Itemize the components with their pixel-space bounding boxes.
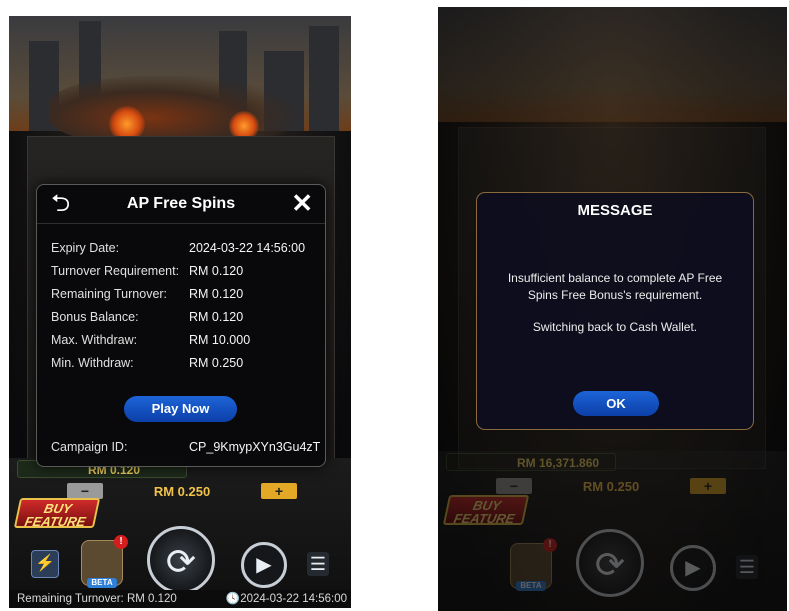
- message-body: Insufficient balance to complete AP Free…: [507, 271, 723, 302]
- detail-row-remaining-turnover: Remaining Turnover: RM 0.120: [51, 285, 315, 303]
- bet-increase-button[interactable]: +: [690, 478, 726, 494]
- modal-title: AP Free Spins: [126, 195, 236, 212]
- game-screen-left: RM 0.120 − RM 0.250 + BUY FEATURE ⚡ ! BE…: [9, 16, 351, 608]
- modal-header: ⮌ AP Free Spins ✕: [37, 185, 325, 224]
- detail-row-bonus-balance: Bonus Balance: RM 0.120: [51, 308, 315, 326]
- detail-label: Min. Withdraw:: [51, 356, 134, 370]
- detail-value: RM 0.120: [189, 310, 244, 324]
- autoplay-icon: ▶: [685, 557, 701, 579]
- play-now-button[interactable]: Play Now: [124, 396, 237, 422]
- control-row: ⚡ ! BETA ⟳ ▶ ☰: [9, 526, 351, 594]
- buy-feature-line2: FEATURE: [452, 511, 517, 526]
- detail-value: RM 10.000: [189, 333, 251, 347]
- campaign-id: CP_9KmypXYn3Gu4zT: [189, 440, 321, 454]
- ap-free-spins-modal: ⮌ AP Free Spins ✕ Expiry Date: 2024-03-2…: [36, 184, 326, 467]
- datetime-text: 2024-03-22 14:56:00: [240, 593, 347, 605]
- close-icon[interactable]: ✕: [291, 189, 313, 217]
- autoplay-button[interactable]: ▶: [670, 545, 716, 591]
- buy-feature-button[interactable]: BUY FEATURE: [442, 495, 530, 526]
- detail-value: RM 0.250: [189, 356, 244, 370]
- detail-value: RM 0.120: [189, 287, 244, 301]
- bottom-controls: RM 16,371.860 − RM 0.250 + BUY FEATURE !…: [438, 451, 787, 611]
- message-modal: MESSAGE Insufficient balance to complete…: [476, 192, 754, 430]
- menu-button[interactable]: ☰: [736, 555, 758, 579]
- notification-badge: !: [543, 538, 557, 552]
- ok-button[interactable]: OK: [573, 391, 659, 416]
- beta-label: BETA: [516, 581, 546, 591]
- message-title: MESSAGE: [577, 202, 653, 219]
- notification-badge: !: [114, 535, 128, 549]
- bet-increase-button[interactable]: +: [261, 483, 297, 499]
- balance-amount: RM 16,371.860: [517, 456, 600, 470]
- balance-display: RM 16,371.860: [446, 453, 616, 471]
- menu-icon: ☰: [309, 554, 327, 574]
- detail-label: Max. Withdraw:: [51, 333, 138, 347]
- detail-row-expiry: Expiry Date: 2024-03-22 14:56:00: [51, 239, 315, 257]
- bet-value: RM 0.250: [582, 478, 640, 494]
- beta-label: BETA: [87, 578, 117, 588]
- bet-value: RM 0.250: [153, 483, 211, 499]
- message-body-secondary: Switching back to Cash Wallet.: [532, 320, 698, 334]
- bet-selector: − RM 0.250 +: [67, 482, 297, 500]
- spin-icon: ⟳: [165, 541, 197, 582]
- bet-selector: − RM 0.250 +: [496, 477, 726, 495]
- spin-button[interactable]: ⟳: [576, 529, 644, 597]
- detail-row-min-withdraw: Min. Withdraw: RM 0.250: [51, 354, 315, 372]
- detail-label: Remaining Turnover:: [51, 287, 168, 301]
- detail-row-max-withdraw: Max. Withdraw: RM 10.000: [51, 331, 315, 349]
- autoplay-button[interactable]: ▶: [241, 542, 287, 588]
- campaign-label: Campaign ID:: [51, 440, 128, 454]
- bonus-bag-button[interactable]: ! BETA: [81, 535, 128, 588]
- menu-button[interactable]: ☰: [307, 552, 329, 576]
- spin-button[interactable]: ⟳: [147, 526, 215, 594]
- buy-feature-line2: FEATURE: [23, 514, 88, 529]
- clock-icon: 🕓: [225, 593, 241, 605]
- city-background: [438, 7, 787, 122]
- bet-decrease-button[interactable]: −: [67, 483, 103, 499]
- remaining-turnover-text: Remaining Turnover: RM 0.120: [17, 593, 177, 605]
- lightning-icon[interactable]: ⚡: [31, 550, 59, 578]
- spin-icon: ⟳: [594, 544, 626, 585]
- detail-value: RM 0.120: [189, 264, 244, 278]
- detail-label: Bonus Balance:: [51, 310, 139, 324]
- autoplay-icon: ▶: [256, 554, 272, 576]
- detail-label: Turnover Requirement:: [51, 264, 180, 278]
- detail-row-turnover-requirement: Turnover Requirement: RM 0.120: [51, 262, 315, 280]
- control-row: ! BETA ⟳ ▶ ☰: [438, 529, 787, 597]
- status-bar: Remaining Turnover: RM 0.120 🕓2024-03-22…: [9, 590, 351, 608]
- game-screen-right: RM 16,371.860 − RM 0.250 + BUY FEATURE !…: [438, 7, 787, 611]
- detail-value: 2024-03-22 14:56:00: [189, 241, 306, 255]
- menu-icon: ☰: [738, 557, 756, 577]
- bottom-controls: RM 0.120 − RM 0.250 + BUY FEATURE ⚡ ! BE…: [9, 458, 351, 608]
- detail-label: Expiry Date:: [51, 241, 120, 255]
- buy-feature-button[interactable]: BUY FEATURE: [13, 498, 101, 529]
- bonus-bag-button[interactable]: ! BETA: [510, 538, 557, 591]
- datetime-display: 🕓2024-03-22 14:56:00: [226, 590, 347, 608]
- bet-decrease-button[interactable]: −: [496, 478, 532, 494]
